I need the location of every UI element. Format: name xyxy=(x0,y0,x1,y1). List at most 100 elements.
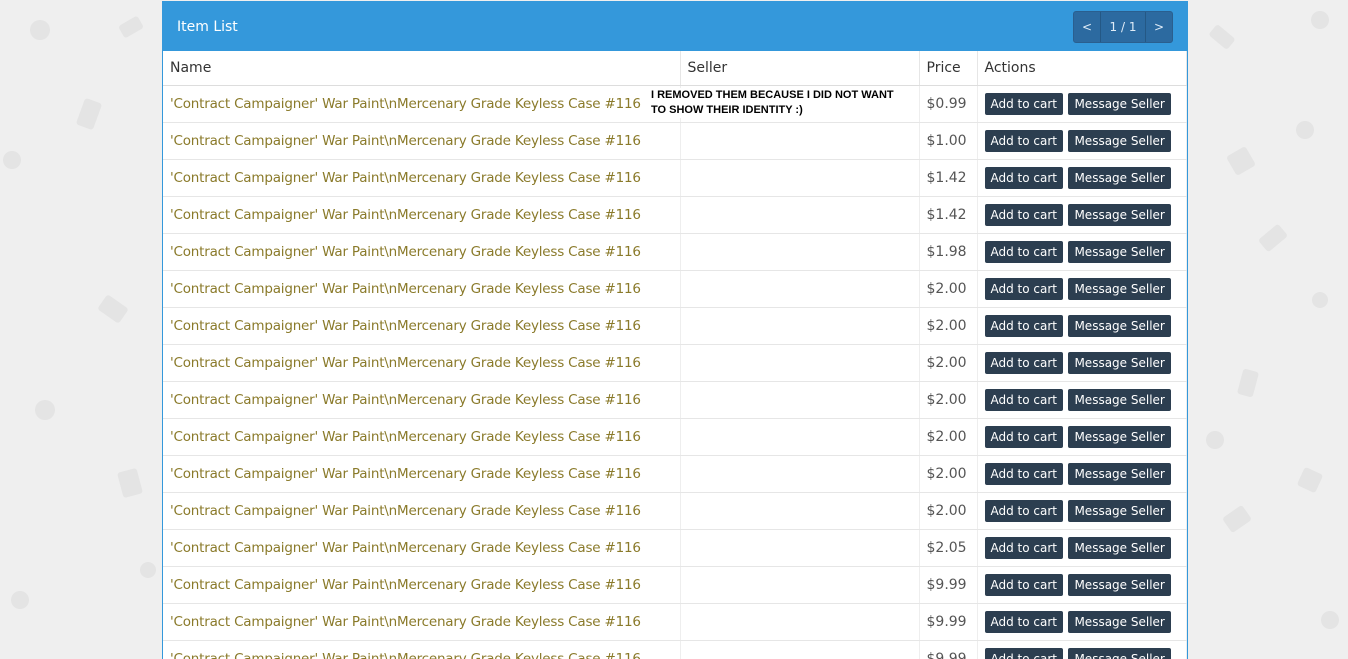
price-cell: $2.00 xyxy=(919,270,978,308)
item-name-cell: 'Contract Campaigner' War Paint\nMercena… xyxy=(163,233,681,271)
add-to-cart-button[interactable]: Add to cart xyxy=(984,499,1063,522)
seller-cell xyxy=(680,492,920,530)
add-to-cart-button[interactable]: Add to cart xyxy=(984,314,1063,337)
item-name-link[interactable]: 'Contract Campaigner' War Paint\nMercena… xyxy=(170,466,641,482)
add-to-cart-button[interactable]: Add to cart xyxy=(984,277,1063,300)
column-header-seller: Seller xyxy=(680,51,920,86)
message-seller-button[interactable]: Message Seller xyxy=(1068,388,1171,411)
seller-cell xyxy=(680,270,920,308)
table-header-row: Name Seller Price Actions xyxy=(163,51,1187,86)
message-seller-button[interactable]: Message Seller xyxy=(1068,92,1171,115)
actions-cell: Add to cart Message Seller xyxy=(977,566,1187,604)
actions-cell: Add to cart Message Seller xyxy=(977,233,1187,271)
message-seller-button[interactable]: Message Seller xyxy=(1068,425,1171,448)
actions-cell: Add to cart Message Seller xyxy=(977,307,1187,345)
item-name-link[interactable]: 'Contract Campaigner' War Paint\nMercena… xyxy=(170,577,641,593)
page-indicator: 1 / 1 xyxy=(1100,11,1146,42)
table-row: 'Contract Campaigner' War Paint\nMercena… xyxy=(163,196,1187,234)
item-name-link[interactable]: 'Contract Campaigner' War Paint\nMercena… xyxy=(170,318,641,334)
add-to-cart-button[interactable]: Add to cart xyxy=(984,166,1063,189)
item-price: $1.42 xyxy=(926,206,967,223)
add-to-cart-button[interactable]: Add to cart xyxy=(984,536,1063,559)
price-cell: $1.98 xyxy=(919,233,978,271)
item-name-link[interactable]: 'Contract Campaigner' War Paint\nMercena… xyxy=(170,170,641,186)
message-seller-button[interactable]: Message Seller xyxy=(1068,129,1171,152)
message-seller-button[interactable]: Message Seller xyxy=(1068,610,1171,633)
table-row: 'Contract Campaigner' War Paint\nMercena… xyxy=(163,640,1187,659)
message-seller-button[interactable]: Message Seller xyxy=(1068,351,1171,374)
item-name-link[interactable]: 'Contract Campaigner' War Paint\nMercena… xyxy=(170,133,641,149)
seller-cell xyxy=(680,566,920,604)
add-to-cart-button[interactable]: Add to cart xyxy=(984,610,1063,633)
item-price: $1.42 xyxy=(926,169,967,186)
item-name-cell: 'Contract Campaigner' War Paint\nMercena… xyxy=(163,307,681,345)
item-name-link[interactable]: 'Contract Campaigner' War Paint\nMercena… xyxy=(170,614,641,630)
actions-cell: Add to cart Message Seller xyxy=(977,529,1187,567)
table-row: 'Contract Campaigner' War Paint\nMercena… xyxy=(163,492,1187,530)
item-name-link[interactable]: 'Contract Campaigner' War Paint\nMercena… xyxy=(170,651,641,659)
seller-cell xyxy=(680,307,920,345)
price-cell: $0.99 xyxy=(919,85,978,123)
message-seller-button[interactable]: Message Seller xyxy=(1068,536,1171,559)
actions-cell: Add to cart Message Seller xyxy=(977,344,1187,382)
price-cell: $2.00 xyxy=(919,492,978,530)
item-price: $2.00 xyxy=(926,317,967,334)
next-page-button[interactable]: > xyxy=(1146,12,1172,42)
message-seller-button[interactable]: Message Seller xyxy=(1068,240,1171,263)
item-name-link[interactable]: 'Contract Campaigner' War Paint\nMercena… xyxy=(170,429,641,445)
message-seller-button[interactable]: Message Seller xyxy=(1068,647,1171,659)
add-to-cart-button[interactable]: Add to cart xyxy=(984,92,1063,115)
panel-header: Item List < 1 / 1 > xyxy=(163,2,1187,51)
add-to-cart-button[interactable]: Add to cart xyxy=(984,203,1063,226)
add-to-cart-button[interactable]: Add to cart xyxy=(984,462,1063,485)
item-price: $2.05 xyxy=(926,539,967,556)
item-table: Name Seller Price Actions 'Contract Camp… xyxy=(163,51,1187,659)
add-to-cart-button[interactable]: Add to cart xyxy=(984,573,1063,596)
prev-page-button[interactable]: < xyxy=(1074,12,1100,42)
add-to-cart-button[interactable]: Add to cart xyxy=(984,240,1063,263)
actions-cell: Add to cart Message Seller xyxy=(977,640,1187,659)
seller-cell xyxy=(680,233,920,271)
item-name-cell: 'Contract Campaigner' War Paint\nMercena… xyxy=(163,529,681,567)
message-seller-button[interactable]: Message Seller xyxy=(1068,203,1171,226)
add-to-cart-button[interactable]: Add to cart xyxy=(984,388,1063,411)
price-cell: $9.99 xyxy=(919,640,978,659)
add-to-cart-button[interactable]: Add to cart xyxy=(984,647,1063,659)
item-name-link[interactable]: 'Contract Campaigner' War Paint\nMercena… xyxy=(170,392,641,408)
table-row: 'Contract Campaigner' War Paint\nMercena… xyxy=(163,418,1187,456)
table-row: 'Contract Campaigner' War Paint\nMercena… xyxy=(163,566,1187,604)
message-seller-button[interactable]: Message Seller xyxy=(1068,166,1171,189)
item-name-cell: 'Contract Campaigner' War Paint\nMercena… xyxy=(163,455,681,493)
item-price: $2.00 xyxy=(926,391,967,408)
item-name-link[interactable]: 'Contract Campaigner' War Paint\nMercena… xyxy=(170,355,641,371)
item-name-link[interactable]: 'Contract Campaigner' War Paint\nMercena… xyxy=(170,281,641,297)
add-to-cart-button[interactable]: Add to cart xyxy=(984,351,1063,374)
item-name-cell: 'Contract Campaigner' War Paint\nMercena… xyxy=(163,270,681,308)
table-row: 'Contract Campaigner' War Paint\nMercena… xyxy=(163,270,1187,308)
table-row: 'Contract Campaigner' War Paint\nMercena… xyxy=(163,122,1187,160)
item-price: $0.99 xyxy=(926,95,967,112)
price-cell: $2.00 xyxy=(919,381,978,419)
item-name-cell: 'Contract Campaigner' War Paint\nMercena… xyxy=(163,196,681,234)
add-to-cart-button[interactable]: Add to cart xyxy=(984,425,1063,448)
item-price: $2.00 xyxy=(926,428,967,445)
message-seller-button[interactable]: Message Seller xyxy=(1068,499,1171,522)
item-name-link[interactable]: 'Contract Campaigner' War Paint\nMercena… xyxy=(170,96,641,112)
item-name-link[interactable]: 'Contract Campaigner' War Paint\nMercena… xyxy=(170,244,641,260)
table-row: 'Contract Campaigner' War Paint\nMercena… xyxy=(163,603,1187,641)
table-row: 'Contract Campaigner' War Paint\nMercena… xyxy=(163,159,1187,197)
message-seller-button[interactable]: Message Seller xyxy=(1068,462,1171,485)
price-cell: $9.99 xyxy=(919,603,978,641)
item-name-link[interactable]: 'Contract Campaigner' War Paint\nMercena… xyxy=(170,540,641,556)
item-name-link[interactable]: 'Contract Campaigner' War Paint\nMercena… xyxy=(170,207,641,223)
item-name-cell: 'Contract Campaigner' War Paint\nMercena… xyxy=(163,566,681,604)
message-seller-button[interactable]: Message Seller xyxy=(1068,573,1171,596)
item-name-cell: 'Contract Campaigner' War Paint\nMercena… xyxy=(163,85,681,123)
actions-cell: Add to cart Message Seller xyxy=(977,85,1187,123)
item-name-link[interactable]: 'Contract Campaigner' War Paint\nMercena… xyxy=(170,503,641,519)
message-seller-button[interactable]: Message Seller xyxy=(1068,277,1171,300)
price-cell: $1.42 xyxy=(919,159,978,197)
add-to-cart-button[interactable]: Add to cart xyxy=(984,129,1063,152)
item-price: $2.00 xyxy=(926,502,967,519)
message-seller-button[interactable]: Message Seller xyxy=(1068,314,1171,337)
